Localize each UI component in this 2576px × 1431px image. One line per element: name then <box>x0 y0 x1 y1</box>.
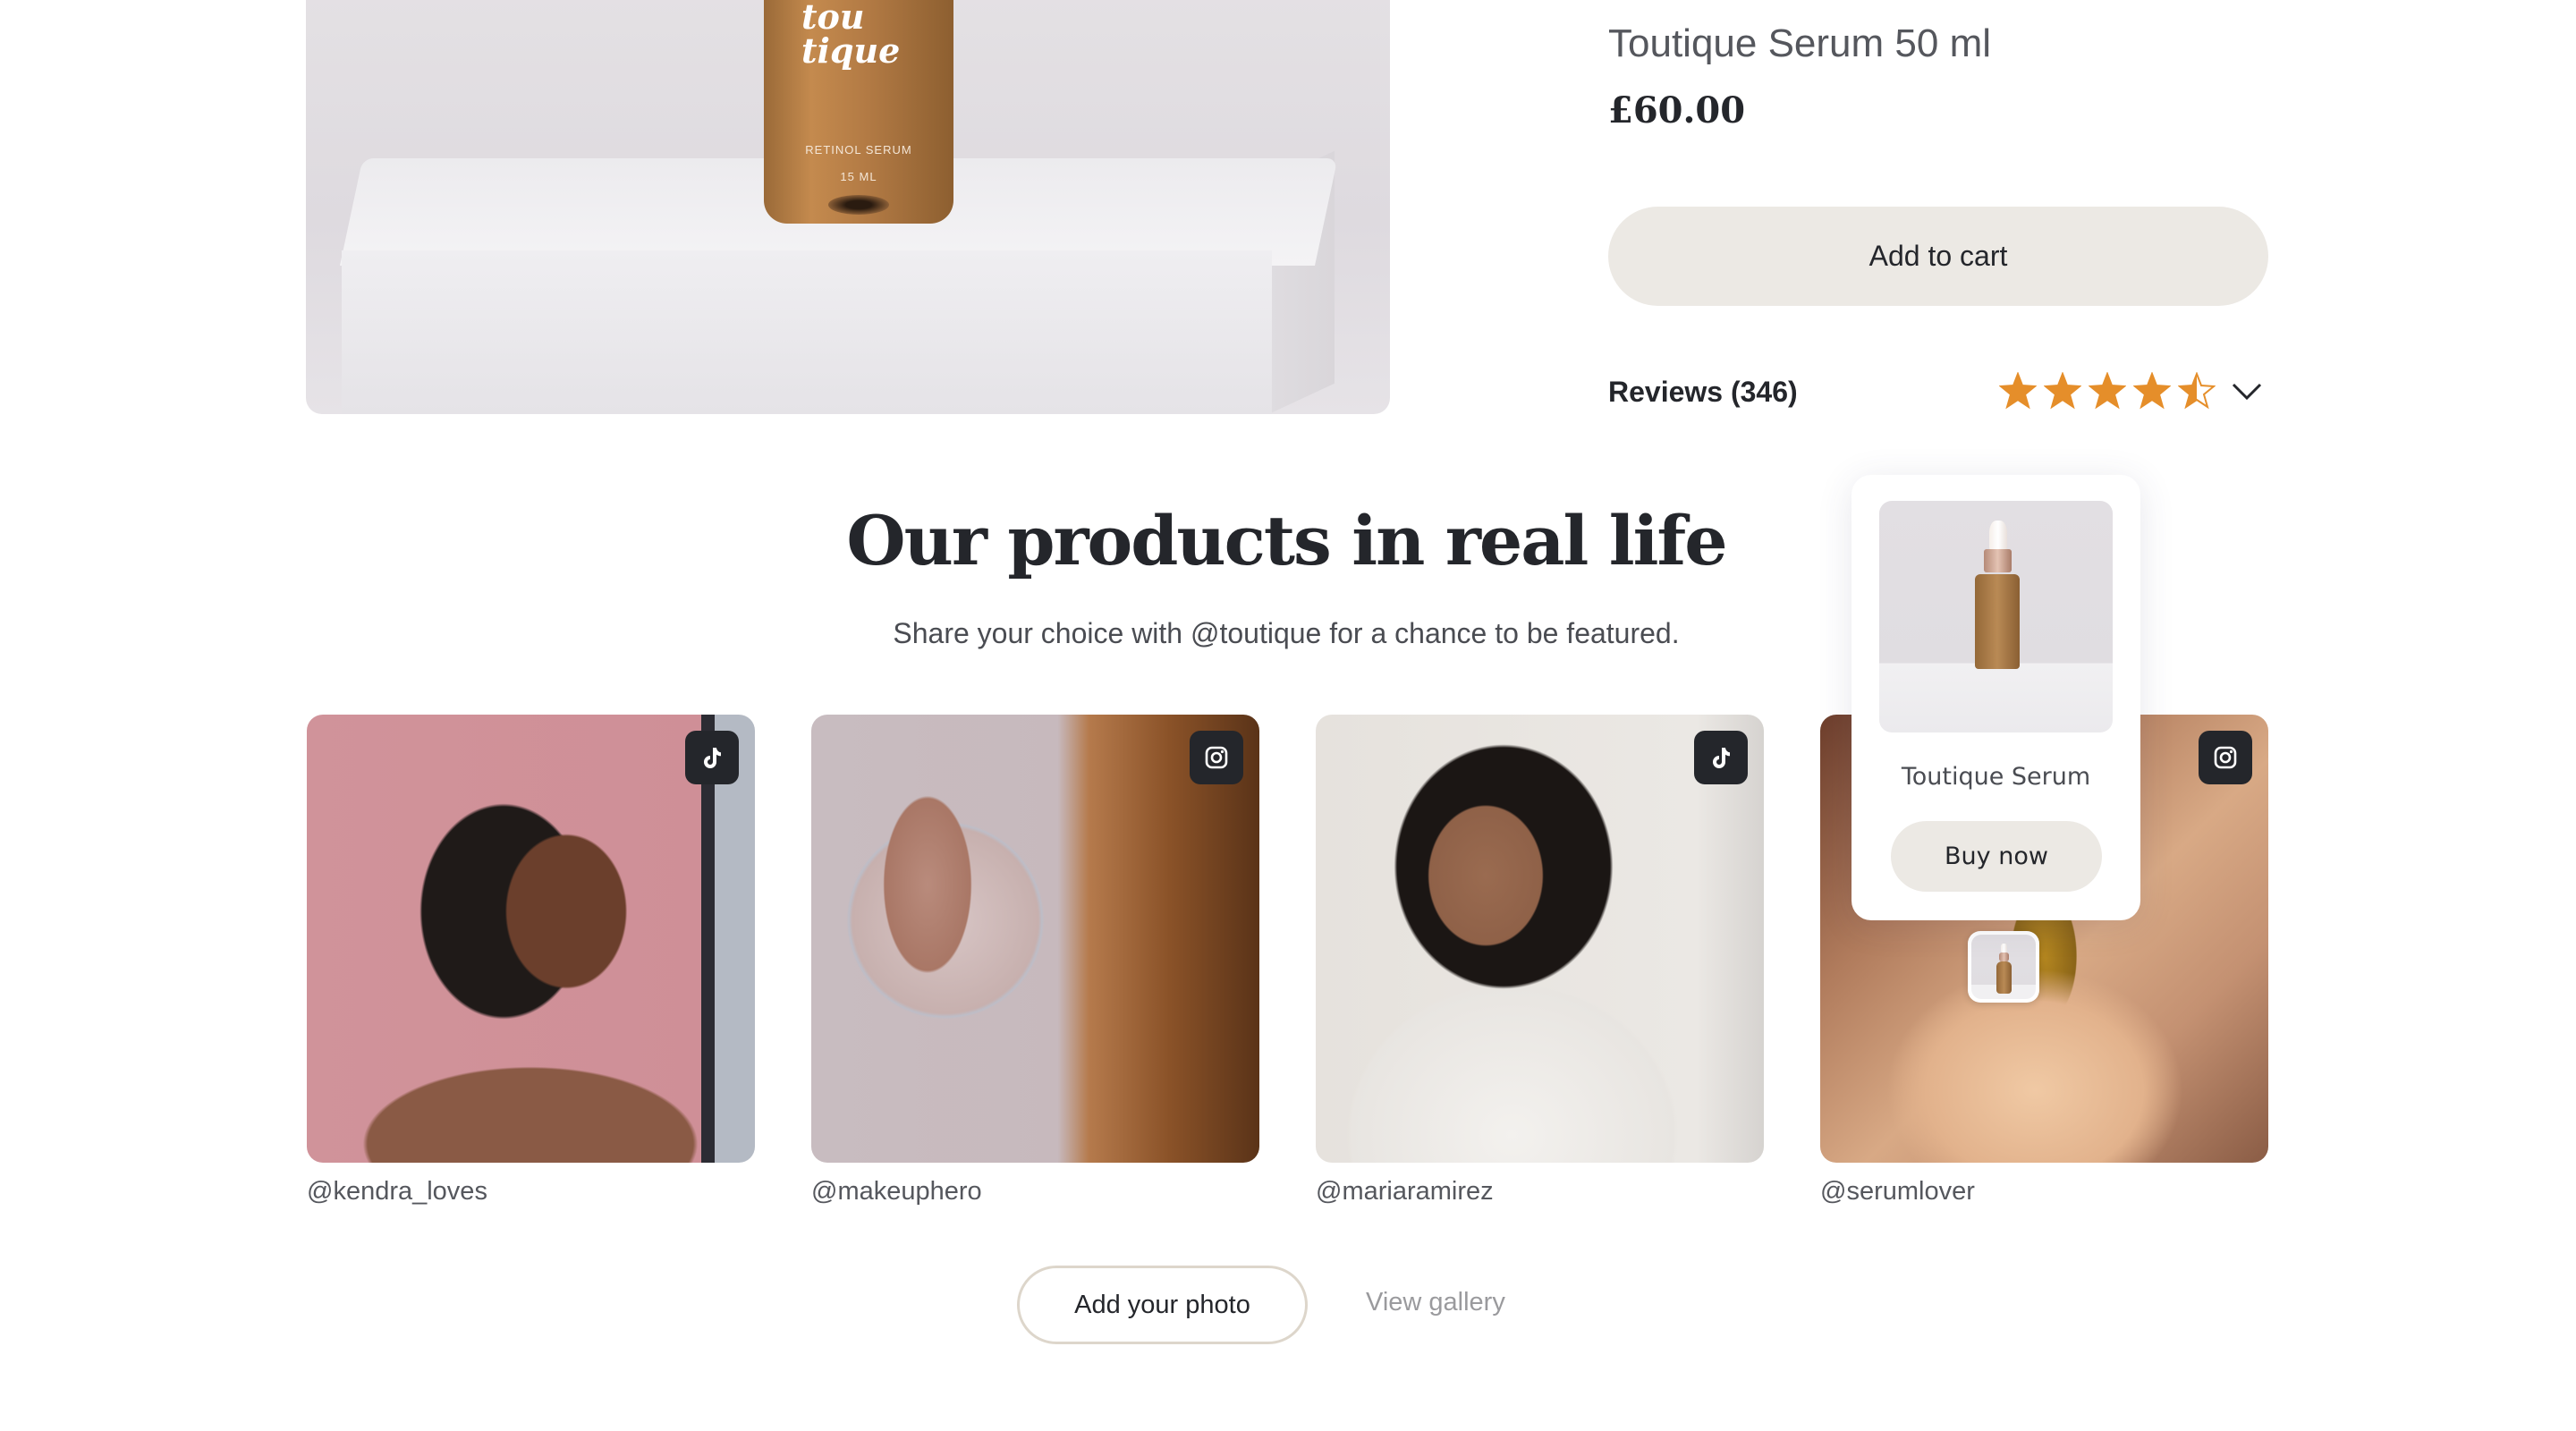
ugc-card[interactable]: @mariaramirez <box>1316 715 1764 1207</box>
tiktok-icon[interactable] <box>1694 731 1748 784</box>
product-hotspot[interactable] <box>1968 931 2039 1003</box>
bottle-brand-line2: tique <box>801 30 901 71</box>
product-title: Toutique Serum 50 ml <box>1608 21 1991 65</box>
popup-product-image[interactable] <box>1879 501 2113 732</box>
tiktok-icon[interactable] <box>685 731 739 784</box>
star-full-icon <box>2133 372 2171 410</box>
chevron-down-icon[interactable] <box>2231 377 2263 404</box>
star-full-icon <box>2089 372 2126 410</box>
star-full-icon <box>1999 372 2037 410</box>
product-hero-image: tou tique RETINOL SERUM 15 ML <box>306 0 1390 414</box>
ugc-handle[interactable]: @makeuphero <box>811 1177 1259 1207</box>
mini-bottle-icon <box>1996 944 2012 995</box>
ugc-handle[interactable]: @kendra_loves <box>307 1177 755 1207</box>
bottle-label: RETINOL SERUM <box>805 143 912 157</box>
ugc-card[interactable]: @makeuphero <box>811 715 1259 1207</box>
add-your-photo-button[interactable]: Add your photo <box>1017 1266 1308 1344</box>
view-gallery-link[interactable]: View gallery <box>1366 1288 1505 1317</box>
section-heading: Our products in real life <box>846 501 1727 580</box>
product-price: £60.00 <box>1608 89 1746 131</box>
popup-product-name: Toutique Serum <box>1901 763 2091 791</box>
ugc-photo[interactable] <box>1316 715 1764 1163</box>
bottle-brand: tou tique <box>801 0 900 68</box>
popup-bottle-image <box>1973 521 2021 673</box>
star-half-icon <box>2178 372 2216 410</box>
reviews-toggle[interactable]: Reviews (346) <box>1608 367 2270 417</box>
ugc-handle[interactable]: @serumlover <box>1820 1177 2268 1207</box>
ugc-handle[interactable]: @mariaramirez <box>1316 1177 1764 1207</box>
instagram-icon[interactable] <box>1190 731 1243 784</box>
bottle-base <box>828 195 889 215</box>
bottle-volume: 15 ML <box>840 170 877 183</box>
star-full-icon <box>2044 372 2081 410</box>
bottle-brand-line1: tou <box>801 0 865 37</box>
ugc-photo[interactable] <box>811 715 1259 1163</box>
reviews-label: Reviews (346) <box>1608 375 1798 408</box>
add-to-cart-button[interactable]: Add to cart <box>1608 207 2268 306</box>
serum-bottle: tou tique RETINOL SERUM 15 ML <box>764 0 953 224</box>
hotspot-thumbnail <box>1971 935 2036 999</box>
ugc-photo[interactable] <box>307 715 755 1163</box>
buy-now-button[interactable]: Buy now <box>1891 821 2102 892</box>
star-rating <box>1999 372 2216 410</box>
section-subheading: Share your choice with @toutique for a c… <box>893 617 1680 649</box>
instagram-icon[interactable] <box>2199 731 2252 784</box>
product-popup: Toutique Serum Buy now <box>1852 475 2140 920</box>
ugc-card[interactable]: @kendra_loves <box>307 715 755 1207</box>
pedestal-front <box>342 250 1272 414</box>
